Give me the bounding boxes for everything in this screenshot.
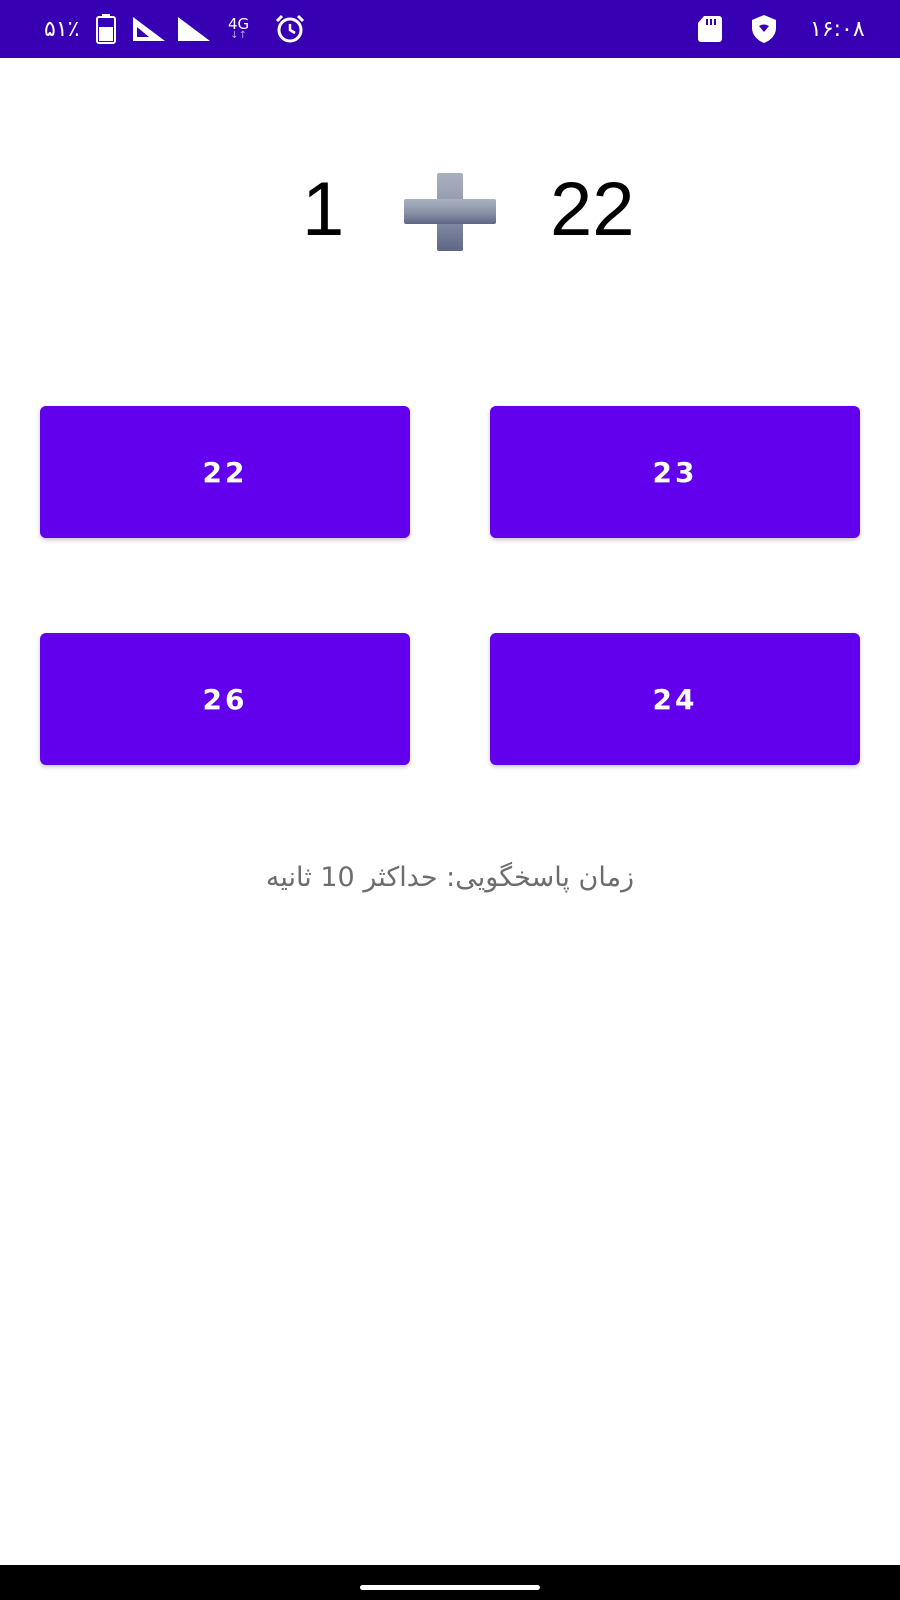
plus-icon	[404, 173, 496, 251]
clock: ۱۶:۰۸	[810, 0, 865, 58]
answer-button-4[interactable]: 24	[490, 633, 860, 765]
answer-button-3[interactable]: 26	[40, 633, 410, 765]
time-limit-hint: زمان پاسخگویی: حداکثر 10 ثانیه	[265, 862, 635, 893]
answer-button-1[interactable]: 22	[40, 406, 410, 538]
alarm-icon	[274, 0, 306, 58]
signal-icon	[133, 0, 165, 58]
battery-icon	[96, 0, 116, 58]
signal-icon	[178, 0, 210, 58]
network-arrows: ↓↑	[230, 30, 247, 41]
network-label: 4G	[228, 15, 250, 33]
status-bar: ۵۱٪ 4G ↓↑ ۱۶:۰۸	[0, 0, 900, 58]
equation: 1 22	[0, 165, 900, 255]
right-operand: 22	[550, 167, 635, 252]
battery-percent: ۵۱٪	[44, 0, 79, 58]
answer-button-2[interactable]: 23	[490, 406, 860, 538]
battery-percent-text: ۵۱٪	[44, 16, 80, 42]
left-operand: 1	[302, 167, 345, 252]
network-type: 4G ↓↑	[228, 0, 249, 58]
home-gesture-handle[interactable]	[360, 1585, 540, 1590]
clock-text: ۱۶:۰۸	[810, 16, 865, 42]
navigation-bar	[0, 1565, 900, 1600]
sd-card-icon	[697, 0, 723, 58]
vpn-shield-icon	[751, 0, 777, 58]
